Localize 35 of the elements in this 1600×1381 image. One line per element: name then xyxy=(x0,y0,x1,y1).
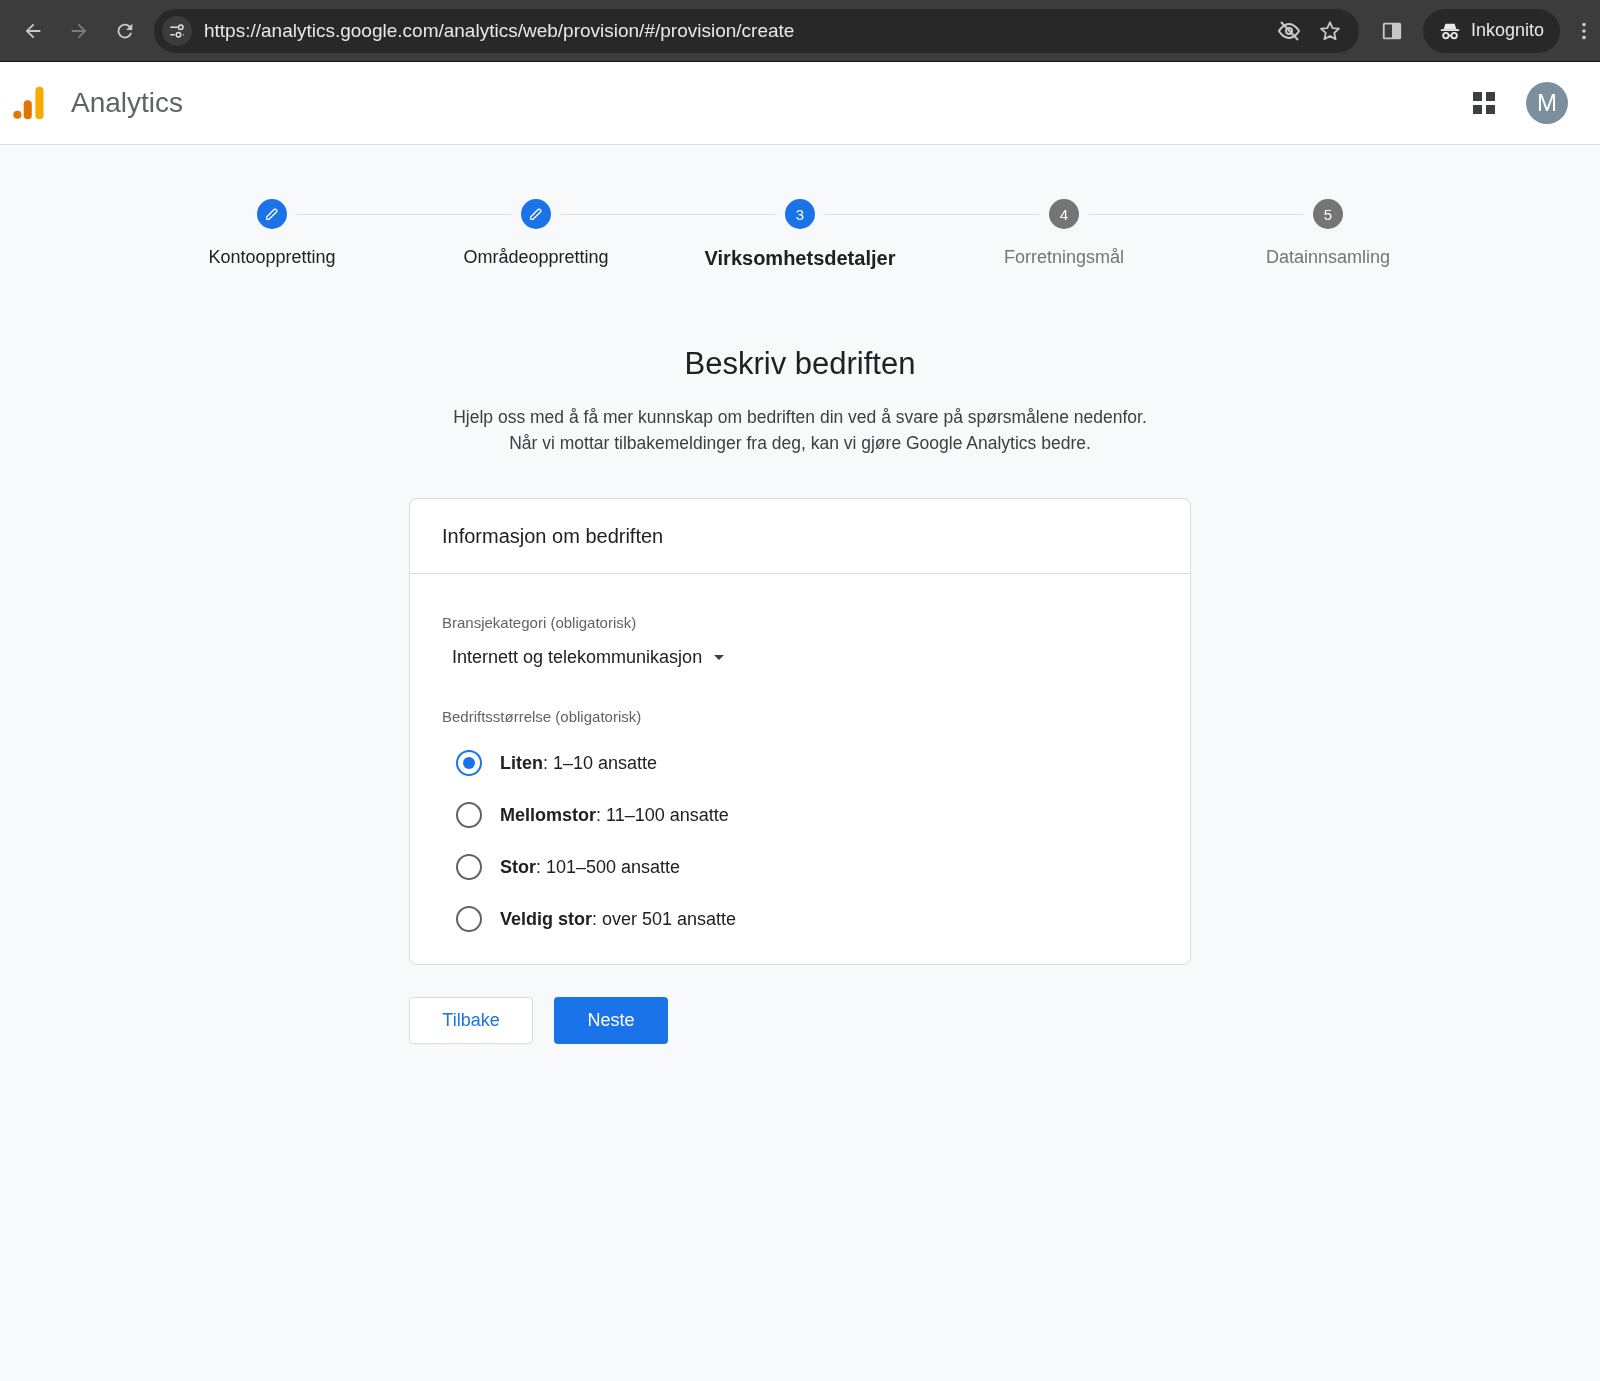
pencil-icon xyxy=(528,206,544,222)
radio-button[interactable] xyxy=(456,802,482,828)
next-button[interactable]: Neste xyxy=(554,997,668,1044)
app-title: Analytics xyxy=(71,87,184,119)
incognito-button[interactable]: Inkognito xyxy=(1422,8,1560,53)
category-dropdown[interactable]: Internett og telekommunikasjon xyxy=(452,647,725,668)
star-icon[interactable] xyxy=(1318,19,1341,42)
card-title: Informasjon om bedriften xyxy=(442,524,664,548)
step-number: 3 xyxy=(785,199,815,229)
site-settings-icon[interactable] xyxy=(162,15,192,46)
pencil-icon xyxy=(264,206,280,222)
step-number: 5 xyxy=(1313,199,1343,229)
radio-button[interactable] xyxy=(456,750,482,776)
apps-grid-icon[interactable] xyxy=(1472,91,1496,115)
radio-label[interactable]: Stor: 101–500 ansatte xyxy=(500,856,681,878)
step-label: Forretningsmål xyxy=(1003,247,1124,268)
page-heading: Beskriv bedriften xyxy=(684,346,916,382)
step-label: Kontooppretting xyxy=(208,247,336,268)
radio-label[interactable]: Veldig stor: over 501 ansatte xyxy=(500,908,737,930)
field-label: Bransjekategori (obligatorisk) xyxy=(442,614,638,631)
caret-icon xyxy=(714,655,725,660)
field-label: Bedriftsstørrelse (obligatorisk) xyxy=(442,708,643,725)
step-label: Områdeoppretting xyxy=(463,247,609,268)
intro-text: Hjelp oss med å få mer kunnskap om bedriften din ved å svare på spørsmålene nedenfor. xyxy=(453,406,1147,429)
radio-label[interactable]: Liten: 1–10 ansatte xyxy=(500,752,658,774)
radio-button[interactable] xyxy=(456,906,482,932)
url-text: https://analytics.google.com/analytics/web/provision/#/provision/create xyxy=(204,19,795,42)
radio-button[interactable] xyxy=(456,854,482,880)
step-label: Datainnsamling xyxy=(1265,247,1391,268)
step-number: 4 xyxy=(1049,199,1079,229)
address-bar[interactable]: https://analytics.google.com/analytics/web/provision/#/provision/create xyxy=(154,8,1359,53)
intro-text: Når vi mottar tilbakemeldinger fra deg, kan vi gjøre Google Analytics bedre. xyxy=(508,432,1092,455)
step-label: Virksomhetsdetaljer xyxy=(704,247,896,270)
back-button[interactable]: Tilbake xyxy=(409,997,533,1044)
radio-label[interactable]: Mellomstor: 11–100 ansatte xyxy=(500,804,729,826)
